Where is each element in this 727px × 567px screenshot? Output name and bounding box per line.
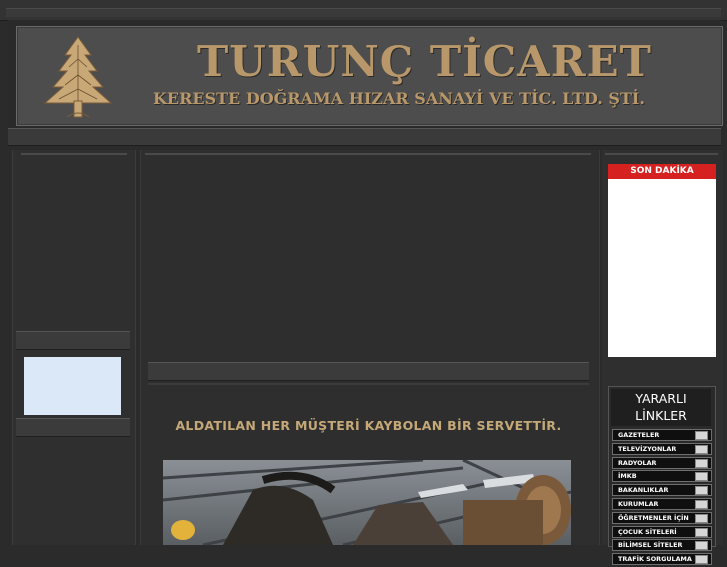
main-column-topline (145, 153, 591, 155)
link-item-bakanliklar[interactable]: BAKANLIKLAR (612, 484, 712, 497)
link-item-gazeteler[interactable]: GAZETELER (612, 429, 712, 441)
sawmill-photo (163, 460, 571, 545)
main-section-divider (148, 383, 589, 385)
link-arrow-icon (695, 555, 708, 565)
left-section-bar (16, 418, 130, 437)
useful-links-title: YARARLI LİNKLER (611, 389, 711, 426)
link-arrow-icon (695, 458, 708, 468)
top-bar-stripe (6, 8, 721, 17)
link-label: RADYOLAR (618, 458, 657, 467)
top-bar (0, 0, 727, 21)
site-header: TURUNÇ TİCARET KERESTE DOĞRAMA HIZAR SAN… (16, 26, 723, 126)
link-arrow-icon (695, 541, 708, 551)
site-title: TURUNÇ TİCARET (197, 37, 652, 86)
useful-links-title-line1: YARARLI (635, 391, 687, 406)
link-label: ÇOCUK SİTELERİ (618, 527, 677, 536)
link-arrow-icon (695, 499, 708, 509)
link-item-bilimsel-siteler[interactable]: BİLİMSEL SİTELER (612, 539, 712, 552)
site-subtitle: KERESTE DOĞRAMA HIZAR SANAYİ VE TİC. LTD… (153, 89, 645, 108)
link-arrow-icon (695, 513, 708, 523)
news-ticker-panel (608, 179, 716, 357)
link-item-cocuk-siteleri[interactable]: ÇOCUK SİTELERİ (612, 525, 712, 538)
slogan-text: ALDATILAN HER MÜŞTERİ KAYBOLAN BİR SERVE… (175, 418, 562, 433)
link-label: BAKANLIKLAR (618, 486, 669, 495)
left-column-topline (21, 153, 127, 155)
link-label: ÖĞRETMENLER İÇİN (618, 513, 689, 522)
link-item-imkb[interactable]: İMKB (612, 470, 712, 483)
link-label: İMKB (618, 472, 637, 481)
useful-links-list: GAZETELER TELEVİZYONLAR RADYOLAR İMKB BA… (612, 429, 712, 567)
header-separator (8, 128, 721, 146)
link-arrow-icon (695, 527, 708, 537)
left-section-bar (16, 331, 130, 350)
main-section-bar (148, 362, 589, 381)
link-arrow-icon (695, 431, 708, 440)
link-label: BİLİMSEL SİTELER (618, 541, 683, 550)
link-label: GAZETELER (618, 431, 660, 439)
useful-links-title-line2: LİNKLER (635, 408, 687, 423)
link-label: KURUMLAR (618, 499, 659, 508)
link-label: TELEVİZYONLAR (618, 444, 677, 453)
pine-tree-icon (43, 36, 113, 118)
link-item-kurumlar[interactable]: KURUMLAR (612, 497, 712, 510)
link-item-trafik-sorgulama[interactable]: TRAFİK SORGULAMA (612, 553, 712, 566)
link-item-televizyonlar[interactable]: TELEVİZYONLAR (612, 442, 712, 455)
link-arrow-icon (695, 486, 708, 496)
link-item-ogretmenler[interactable]: ÖĞRETMENLER İÇİN (612, 511, 712, 524)
right-column-topline (605, 153, 718, 155)
link-arrow-icon (695, 472, 708, 482)
left-panel-box (24, 357, 121, 415)
link-item-radyolar[interactable]: RADYOLAR (612, 456, 712, 469)
news-heading: SON DAKİKA (608, 164, 716, 179)
link-label: TRAFİK SORGULAMA (618, 555, 692, 564)
link-arrow-icon (695, 444, 708, 454)
